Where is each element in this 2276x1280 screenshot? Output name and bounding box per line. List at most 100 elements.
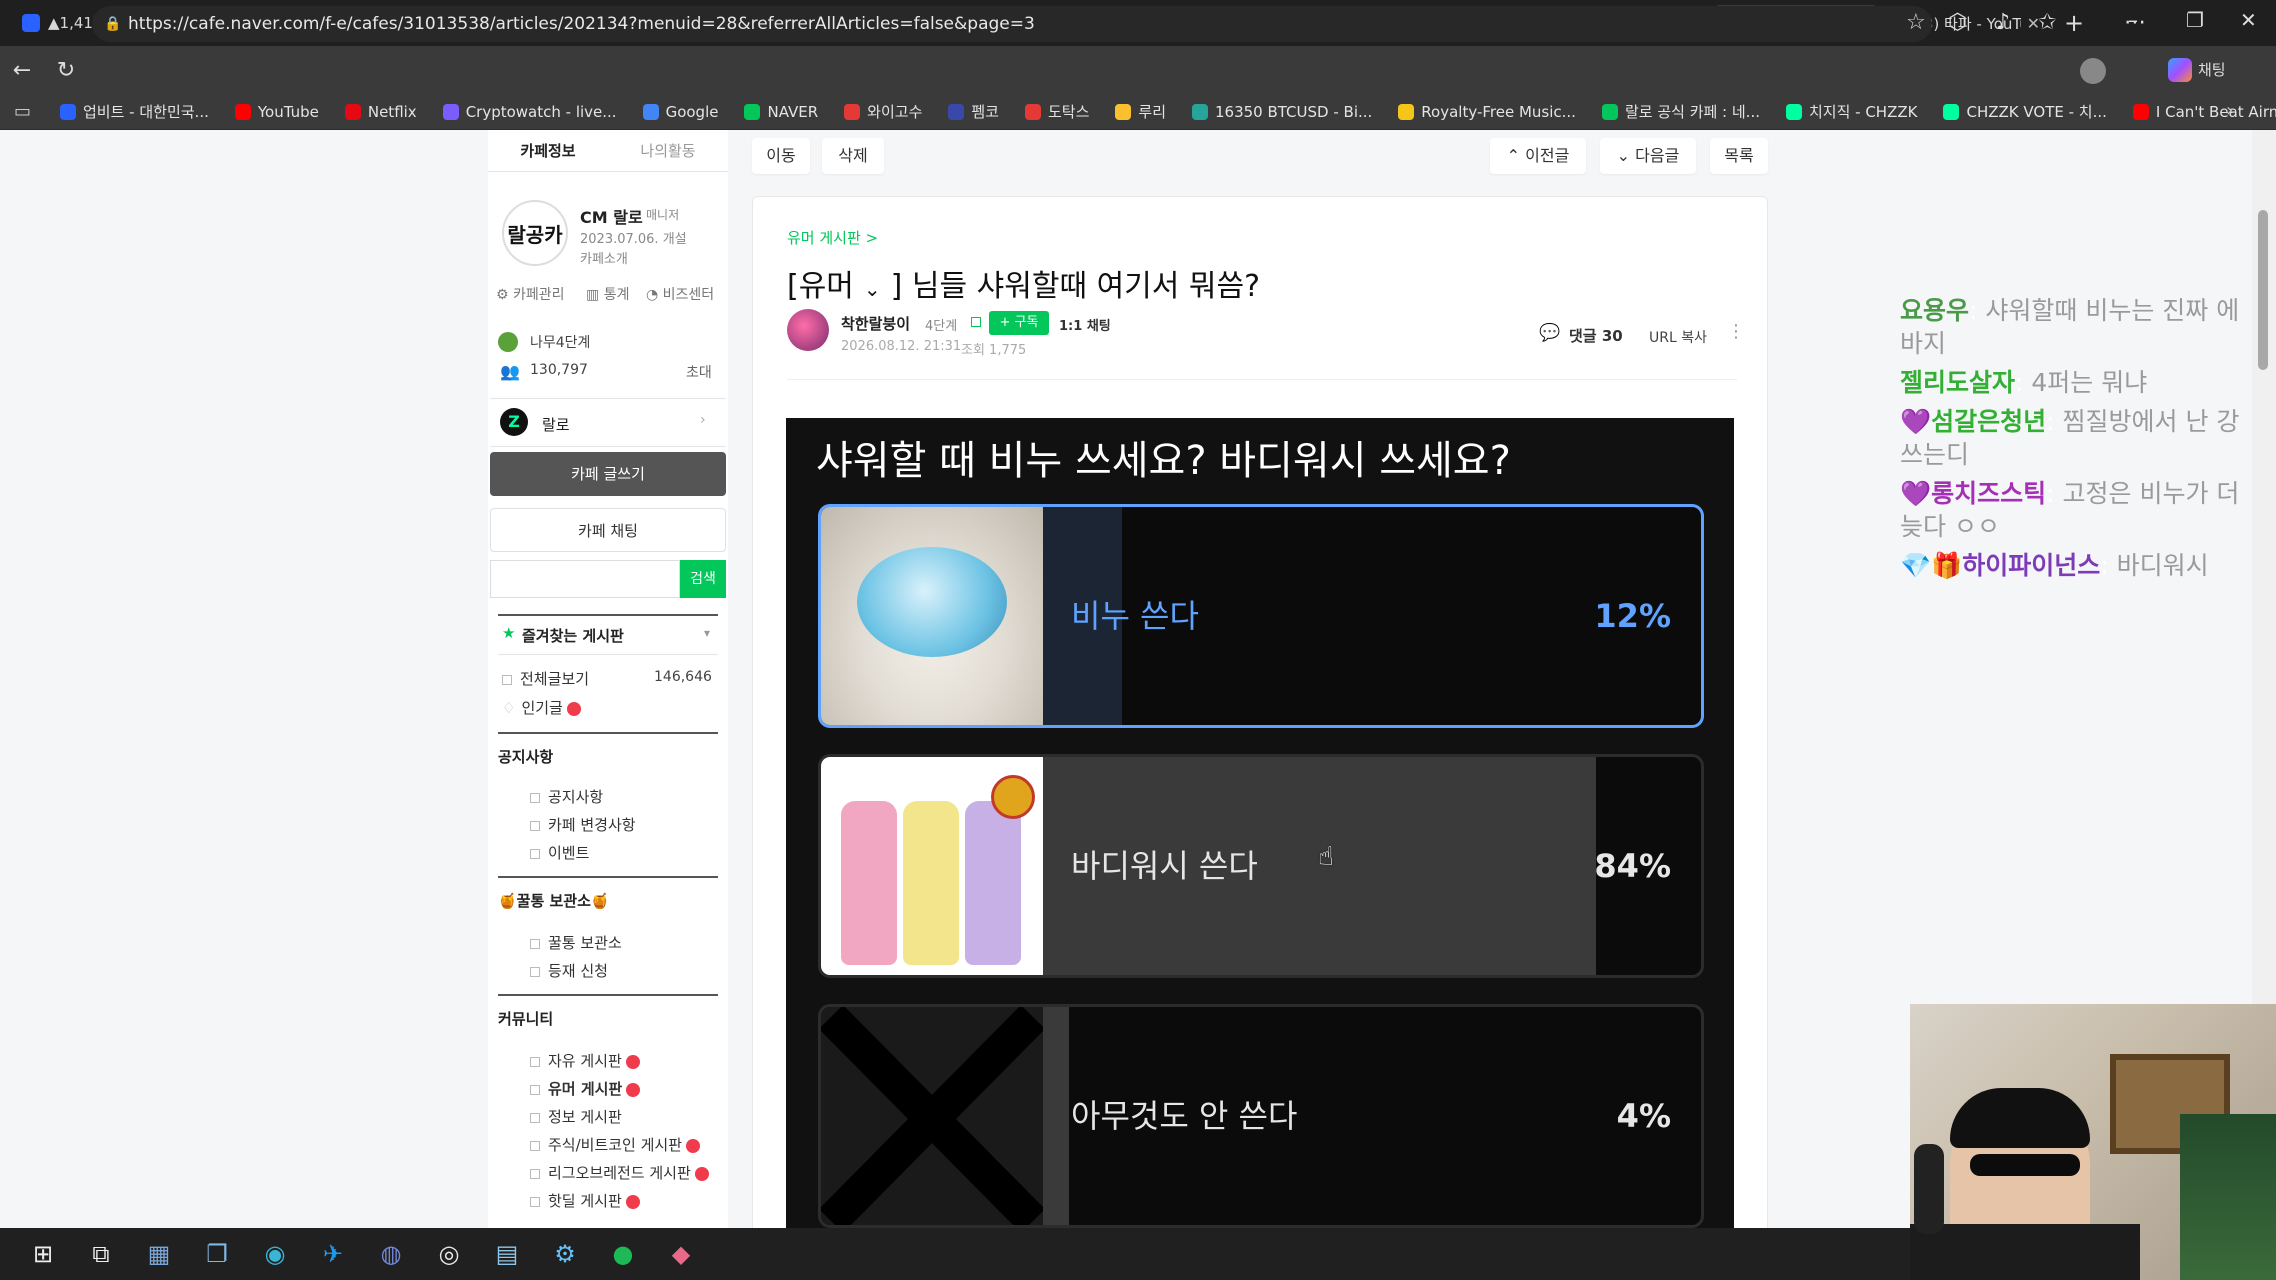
collapse-icon[interactable]: ▾ [704,626,710,640]
bookmark-item[interactable]: 랄로 공식 카페 : 네... [1601,101,1760,122]
board-link[interactable]: 카페 변경사항 [530,814,636,835]
task-view-icon[interactable]: ⧉ [72,1228,130,1280]
cafe-logo[interactable]: 랄공카 [502,200,568,266]
author-avatar[interactable] [787,309,829,351]
bookmark-item[interactable]: YouTube [234,103,319,121]
streamer-link[interactable]: 랄로 [542,414,570,435]
poll-option-bodywash[interactable]: 바디워시 쓴다 84% [818,754,1704,978]
site-info-icon[interactable]: 🔒 [104,6,121,42]
discord-icon[interactable]: ◍ [362,1228,420,1280]
profile-avatar[interactable] [2080,58,2106,84]
bookmark-item[interactable]: 치지직 - CHZZK [1785,101,1917,122]
twitter-icon[interactable]: ✈ [304,1228,362,1280]
bookmark-item[interactable]: NAVER [744,103,818,121]
copilot-label[interactable]: 채팅 [2198,59,2226,80]
chevron-down-icon[interactable]: ⌄ [864,277,881,301]
all-posts-link[interactable]: 전체글보기 [502,668,589,689]
board-link[interactable]: 등재 신청 [530,960,608,981]
soap-image [821,507,1043,725]
prev-post-button[interactable]: ⌃ 이전글 [1490,138,1586,174]
copilot-icon[interactable] [2168,58,2192,82]
comment-count[interactable]: 댓글 30 [1569,325,1623,346]
breadcrumb[interactable]: 유머 게시판 > [787,227,878,248]
extensions-icon[interactable]: ⬡ [1948,10,1967,35]
back-icon[interactable]: ← [0,58,44,83]
close-window-icon[interactable]: ✕ [2240,8,2257,32]
admin-link-biz[interactable]: ◔ 비즈센터 [646,284,714,304]
delete-button[interactable]: 삭제 [822,138,884,174]
board-link[interactable]: 리그오브레전드 게시판 [530,1162,709,1183]
chat-text: 4퍼는 뭐냐 [2031,368,2148,397]
board-link[interactable]: 자유 게시판 [530,1050,640,1071]
cafe-intro-link[interactable]: 카페소개 [580,248,628,267]
bookmark-item[interactable]: 도탁스 [1024,101,1089,122]
bookmark-item[interactable]: Google [642,103,718,121]
board-link[interactable]: 공지사항 [530,786,603,807]
member-count[interactable]: 130,797 [530,362,588,378]
chrome-icon[interactable]: ◎ [420,1228,478,1280]
category-label[interactable]: [유머 [787,269,854,304]
calculator-icon[interactable]: ▦ [130,1228,188,1280]
collections-icon[interactable]: ▭ [14,101,31,122]
bookmark-item[interactable]: CHZZK VOTE - 치... [1943,101,2107,122]
tab-my-activity[interactable]: 나의활동 [608,130,728,171]
nothing-image [821,1007,1046,1225]
cafe-search-input[interactable] [490,560,680,598]
board-link[interactable]: 이벤트 [530,842,589,863]
more-menu-icon[interactable]: ⋯ [2124,10,2146,35]
search-button[interactable]: 검색 [680,560,726,598]
admin-link-stats[interactable]: ▥ 통계 [586,284,629,304]
admin-link-manage[interactable]: ⚙ 카페관리 [496,284,565,304]
bookmark-item[interactable]: 와이고수 [844,101,922,122]
reload-icon[interactable]: ↻ [44,58,88,83]
chat-message: 💜섬갈은청년: 찜질방에서 난 강쓰는디 [1900,405,2260,471]
bookmark-item[interactable]: 루리 [1115,101,1166,122]
board-link[interactable]: 핫딜 게시판 [530,1190,640,1211]
bookmark-item[interactable]: Royalty-Free Music... [1398,103,1576,121]
bookmark-item[interactable]: 업비트 - 대한민국... [60,101,209,122]
read-aloud-icon[interactable]: ♪ [1996,10,2010,35]
list-button[interactable]: 목록 [1710,138,1768,174]
spotify-icon[interactable]: ● [594,1228,652,1280]
poll-option-nothing[interactable]: 아무것도 안 쓴다 4% [818,1004,1704,1228]
restore-icon[interactable]: ❐ [2186,8,2204,32]
bookmark-item[interactable]: Cryptowatch - live... [442,103,617,121]
popular-posts-link[interactable]: ♢ 인기글 [502,697,581,718]
move-button[interactable]: 이동 [752,138,810,174]
bookmark-item[interactable]: I Can't Beat Airma... [2132,103,2276,121]
next-post-button[interactable]: ⌄ 다음글 [1600,138,1696,174]
steam-icon[interactable]: ⚙ [536,1228,594,1280]
more-options-icon[interactable]: ⋮ [1727,321,1745,342]
new-badge [566,701,581,716]
chat-1on1-link[interactable]: 1:1 채팅 [1059,315,1111,334]
favorite-star-icon[interactable]: ☆ [1906,10,1926,35]
folder-icon[interactable]: ❐ [188,1228,246,1280]
edge-icon[interactable]: ◉ [246,1228,304,1280]
poll-option-soap[interactable]: 비누 쓴다 12% [818,504,1704,728]
comment-bubble-icon[interactable]: 💬 [1539,323,1560,343]
bookmark-item[interactable]: Netflix [344,103,417,121]
subscribe-button[interactable]: + 구독 [989,311,1049,335]
windows-icon[interactable]: ⊞ [14,1228,72,1280]
bookmark-item[interactable]: 16350 BTCUSD - Bi... [1192,103,1372,121]
notepad-icon[interactable]: ▤ [478,1228,536,1280]
board-link[interactable]: 꿀통 보관소 [530,932,622,953]
app-icon[interactable]: ◆ [652,1228,710,1280]
board-link[interactable]: 주식/비트코인 게시판 [530,1134,701,1155]
board-link-current[interactable]: 유머 게시판 [530,1078,641,1099]
write-post-button[interactable]: 카페 글쓰기 [490,452,726,496]
subscriber-badge-icon: 🎁 [1931,551,1963,580]
manager-name[interactable]: CM 랄로 [580,204,643,228]
new-tab-icon[interactable]: + [2064,9,2084,37]
more-bookmarks-icon[interactable]: › [2226,100,2233,121]
invite-link[interactable]: 초대 [686,362,712,382]
bookmark-item[interactable]: 펨코 [948,101,999,122]
author-name[interactable]: 착한랄붕이 [841,313,910,334]
favorites-heading[interactable]: 즐겨찾는 게시판 [522,625,624,646]
favorites-icon[interactable]: ✩ [2038,10,2056,35]
cafe-chat-button[interactable]: 카페 채팅 [490,508,726,552]
tab-cafe-info[interactable]: 카페정보 [488,130,608,171]
url-copy-button[interactable]: URL 복사 [1649,327,1707,347]
url-field[interactable]: 🔒 https://cafe.naver.com/f-e/cafes/31013… [92,6,1932,42]
board-link[interactable]: 정보 게시판 [530,1106,622,1127]
